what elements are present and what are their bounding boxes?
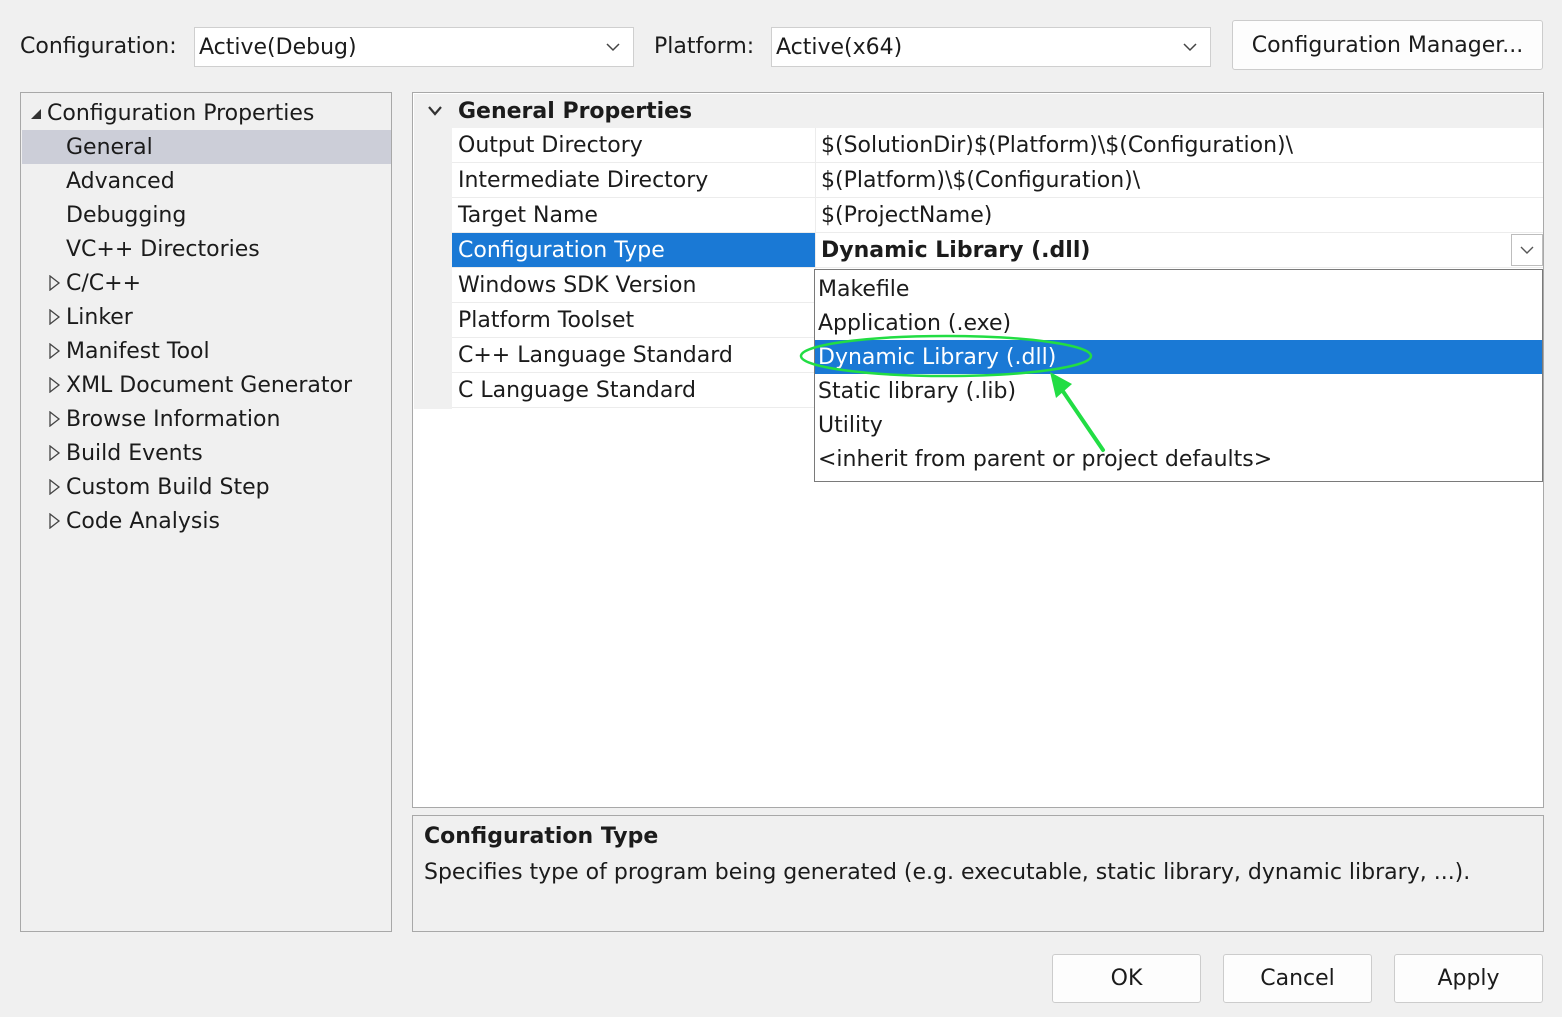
description-panel: Configuration Type Specifies type of pro… <box>412 815 1544 932</box>
tree-item[interactable]: Manifest Tool <box>22 334 391 368</box>
description-body: Specifies type of program being generate… <box>424 860 1471 885</box>
expand-triangle-icon[interactable] <box>48 513 62 529</box>
tree-item-label: Manifest Tool <box>66 338 210 364</box>
description-title: Configuration Type <box>424 824 659 849</box>
tree-item-label: Code Analysis <box>66 508 220 534</box>
tree-item[interactable]: XML Document Generator <box>22 368 391 402</box>
tree-item-label: General <box>66 134 153 160</box>
property-name: Target Name <box>452 198 816 232</box>
chevron-down-icon[interactable] <box>1512 235 1542 265</box>
expand-triangle-icon[interactable] <box>48 479 62 495</box>
dropdown-option[interactable]: Utility <box>815 408 1542 442</box>
tree-item[interactable]: Code Analysis <box>22 504 391 538</box>
property-row[interactable]: Intermediate Directory $(Platform)\$(Conf… <box>452 163 1543 198</box>
chevron-down-icon <box>606 43 620 52</box>
property-name: Output Directory <box>452 128 816 162</box>
chevron-down-icon <box>1183 43 1197 52</box>
tree-item[interactable]: Debugging <box>22 198 391 232</box>
dropdown-button[interactable] <box>1511 234 1543 266</box>
chevron-down-icon[interactable] <box>427 105 443 117</box>
tree-root-label: Configuration Properties <box>47 100 315 126</box>
configuration-manager-button[interactable]: Configuration Manager... <box>1232 20 1543 70</box>
expand-triangle-icon[interactable] <box>48 309 62 325</box>
configuration-label: Configuration: <box>20 34 177 59</box>
tree-item[interactable]: Linker <box>22 300 391 334</box>
property-name: Configuration Type <box>452 233 816 267</box>
expand-triangle-icon[interactable] <box>48 445 62 461</box>
platform-value: Active(x64) <box>776 34 903 60</box>
property-name: C++ Language Standard <box>452 338 816 372</box>
dropdown-option[interactable]: <inherit from parent or project defaults… <box>815 442 1542 476</box>
dropdown-option[interactable]: Dynamic Library (.dll) <box>815 340 1542 374</box>
tree-item[interactable]: General <box>22 130 391 164</box>
tree-item[interactable]: C/C++ <box>22 266 391 300</box>
property-value[interactable]: Dynamic Library (.dll) <box>816 233 1543 267</box>
property-name: Intermediate Directory <box>452 163 816 197</box>
cancel-button[interactable]: Cancel <box>1223 954 1372 1003</box>
ok-button[interactable]: OK <box>1052 954 1201 1003</box>
property-value: $(Platform)\$(Configuration)\ <box>821 167 1141 193</box>
expand-triangle-icon[interactable] <box>48 411 62 427</box>
tree-item[interactable]: Build Events <box>22 436 391 470</box>
property-row[interactable]: Target Name $(ProjectName) <box>452 198 1543 233</box>
property-value: $(SolutionDir)$(Platform)\$(Configuratio… <box>821 132 1294 158</box>
property-tree: Configuration Properties General Advanced… <box>20 92 392 932</box>
grid-gutter <box>414 128 452 409</box>
tree-item-label: Linker <box>66 304 133 330</box>
dropdown-option[interactable]: Static library (.lib) <box>815 374 1542 408</box>
property-row[interactable]: Output Directory $(SolutionDir)$(Platform… <box>452 128 1543 163</box>
category-header[interactable]: General Properties <box>414 94 1543 128</box>
property-name: C Language Standard <box>452 373 816 407</box>
tree-item-label: C/C++ <box>66 270 142 296</box>
tree-item-label: Debugging <box>66 202 187 228</box>
property-name: Windows SDK Version <box>452 268 816 302</box>
expand-triangle-icon[interactable] <box>48 377 62 393</box>
tree-item-label: Advanced <box>66 168 175 194</box>
tree-item-label: Browse Information <box>66 406 281 432</box>
tree-item-label: XML Document Generator <box>66 372 352 398</box>
configuration-type-dropdown[interactable]: Makefile Application (.exe) Dynamic Librar… <box>814 269 1543 482</box>
apply-button[interactable]: Apply <box>1394 954 1543 1003</box>
property-name: Platform Toolset <box>452 303 816 337</box>
tree-item-label: VC++ Directories <box>66 236 260 262</box>
configuration-combo[interactable]: Active(Debug) <box>194 27 634 67</box>
dropdown-option[interactable]: Makefile <box>815 272 1542 306</box>
platform-label: Platform: <box>654 34 755 59</box>
tree-item[interactable]: Custom Build Step <box>22 470 391 504</box>
tree-item[interactable]: Browse Information <box>22 402 391 436</box>
tree-item[interactable]: Advanced <box>22 164 391 198</box>
tree-item-label: Custom Build Step <box>66 474 270 500</box>
expand-triangle-icon[interactable] <box>48 275 62 291</box>
tree-item-label: Build Events <box>66 440 203 466</box>
category-title: General Properties <box>458 98 693 124</box>
tree-item[interactable]: VC++ Directories <box>22 232 391 266</box>
expanded-triangle-icon[interactable] <box>29 106 43 122</box>
tree-root[interactable]: Configuration Properties <box>22 96 391 130</box>
property-value: $(ProjectName) <box>821 202 993 228</box>
configuration-value: Active(Debug) <box>199 34 357 60</box>
property-row[interactable]: Configuration Type Dynamic Library (.dll) <box>452 233 1543 268</box>
expand-triangle-icon[interactable] <box>48 343 62 359</box>
platform-combo[interactable]: Active(x64) <box>771 27 1211 67</box>
dropdown-option[interactable]: Application (.exe) <box>815 306 1542 340</box>
